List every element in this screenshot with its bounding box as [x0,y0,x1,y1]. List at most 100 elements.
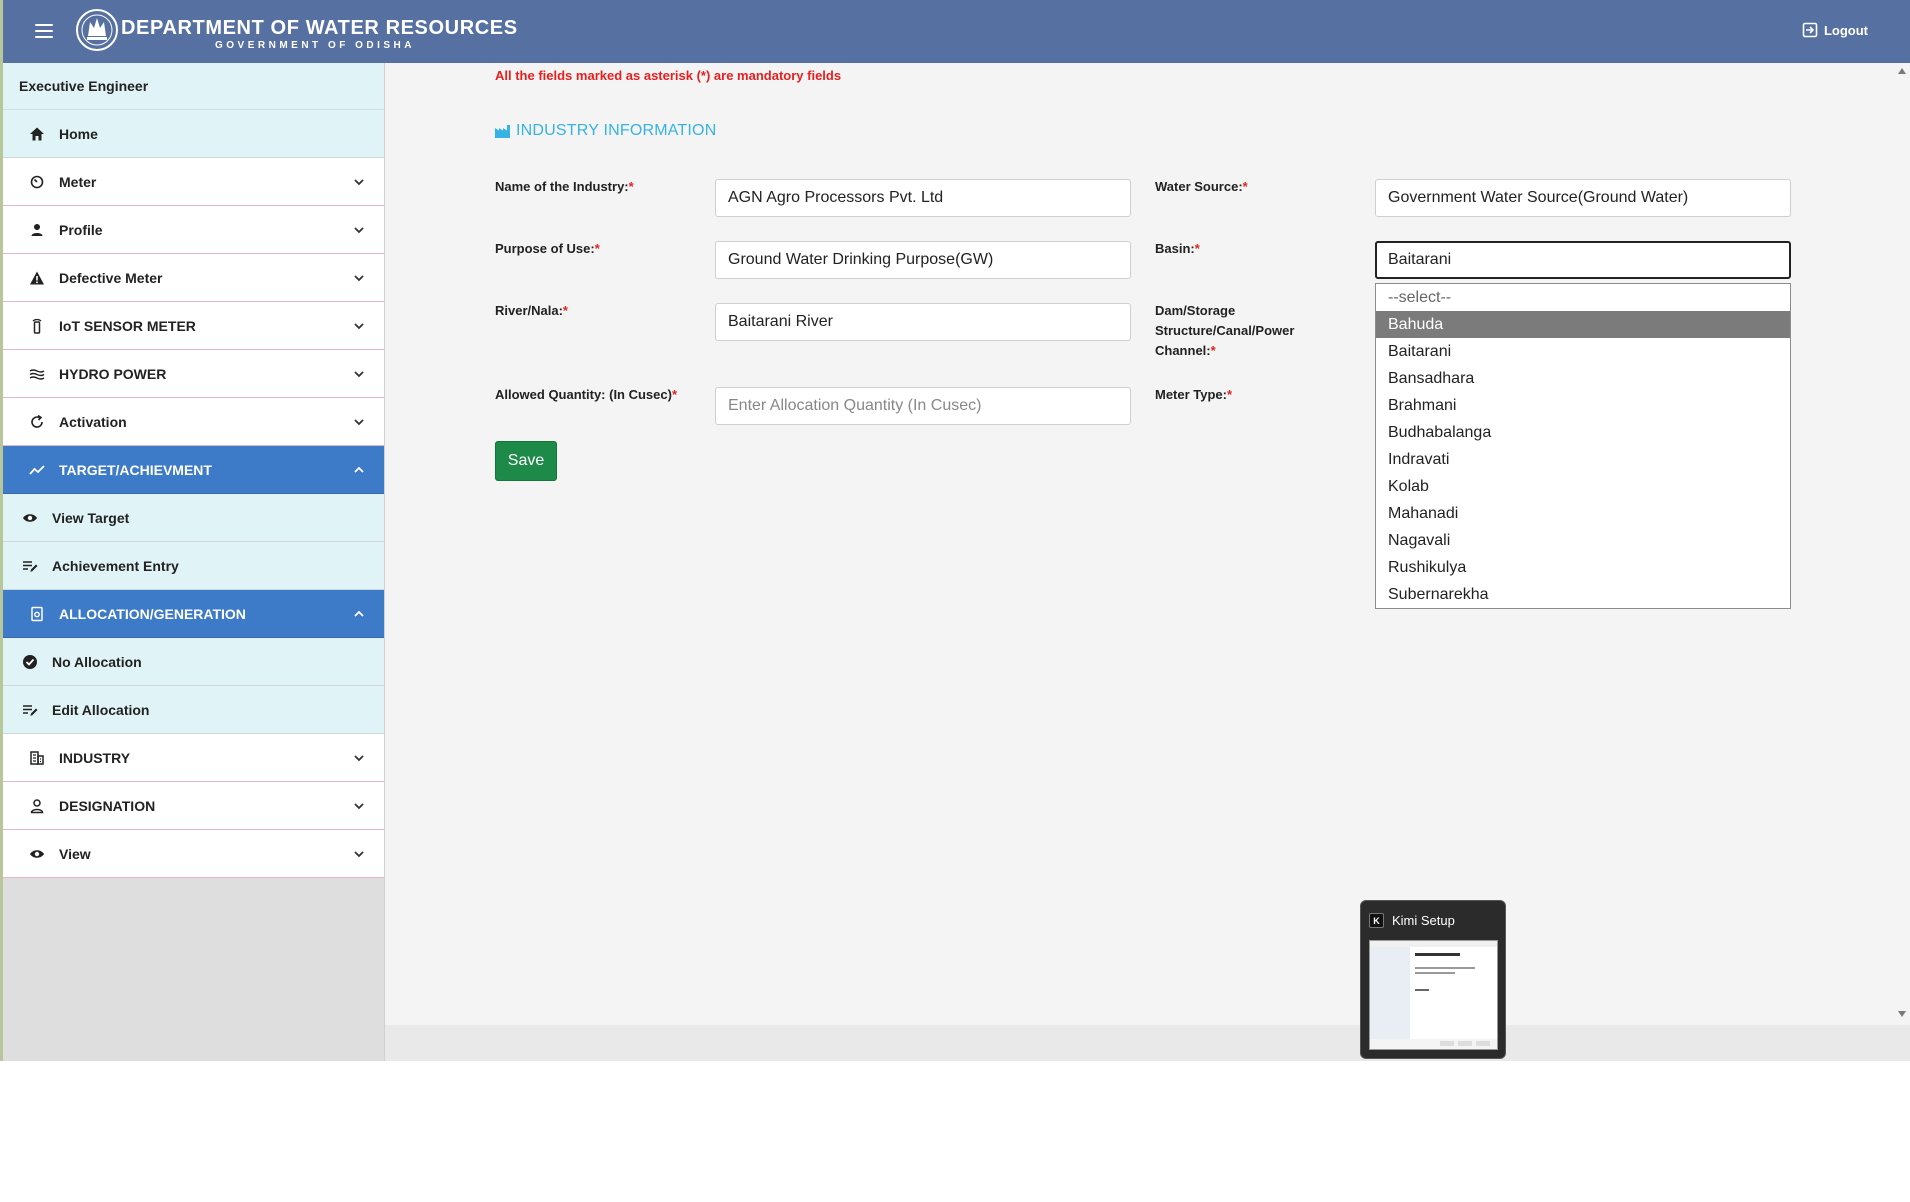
water-source-select[interactable]: Government Water Source(Ground Water) [1375,179,1791,217]
water-source-label: Water Source:* [1155,179,1248,194]
sidebar-item-defective-meter[interactable]: Defective Meter [3,254,384,302]
logout-icon [1802,22,1818,38]
sidebar: Executive Engineer Home Meter Profile De… [3,63,385,1061]
edit-list-icon [20,700,40,720]
dropdown-option[interactable]: Budhabalanga [1376,419,1790,446]
eye-icon [20,508,40,528]
sidebar-item-label: No Allocation [52,653,142,670]
taskbar-preview[interactable]: K Kimi Setup [1360,900,1506,1059]
odisha-emblem-icon [76,9,118,51]
dropdown-option[interactable]: Kolab [1376,473,1790,500]
sidebar-item-label: Achievement Entry [52,557,179,574]
sidebar-item-view[interactable]: View [3,830,384,878]
sidebar-item-profile[interactable]: Profile [3,206,384,254]
basin-dropdown-list: --select-- Bahuda Baitarani Bansadhara B… [1375,283,1791,609]
taskbar-preview-header: K Kimi Setup [1369,913,1455,928]
sidebar-item-label: Profile [59,221,103,238]
dropdown-option[interactable]: --select-- [1376,284,1790,311]
scroll-down-arrow-icon[interactable] [1898,1011,1906,1017]
mandatory-fields-note: All the fields marked as asterisk (*) ar… [495,68,842,83]
sidebar-item-label: Home [59,125,98,142]
quantity-label: Allowed Quantity: (In Cusec)* [495,387,678,402]
kimi-logo-icon: K [1369,913,1384,928]
section-title: INDUSTRY INFORMATION [495,122,716,140]
section-title-text: INDUSTRY INFORMATION [516,122,717,139]
chevron-down-icon [354,418,364,425]
chevron-down-icon [354,370,364,377]
sidebar-item-achievement-entry[interactable]: Achievement Entry [3,542,384,590]
sidebar-item-industry[interactable]: INDUSTRY [3,734,384,782]
dropdown-option[interactable]: Bahuda [1376,311,1790,338]
chevron-up-icon [354,466,364,473]
dropdown-option[interactable]: Rushikulya [1376,554,1790,581]
sidebar-item-label: View Target [52,509,130,526]
person-icon [27,220,47,240]
chevron-down-icon [354,226,364,233]
river-select[interactable]: Baitarani River [715,303,1131,341]
sidebar-item-label: ALLOCATION/GENERATION [59,605,246,622]
sidebar-item-label: Defective Meter [59,269,163,286]
industry-name-input[interactable]: AGN Agro Processors Pvt. Ltd [715,179,1131,217]
dropdown-option[interactable]: Bansadhara [1376,365,1790,392]
dropdown-option[interactable]: Brahmani [1376,392,1790,419]
sidebar-item-label: View [59,845,91,862]
refresh-icon [27,412,47,432]
edit-list-icon [20,556,40,576]
dropdown-option[interactable]: Mahanadi [1376,500,1790,527]
dropdown-option[interactable]: Nagavali [1376,527,1790,554]
sidebar-item-label: INDUSTRY [59,749,131,766]
home-icon [27,124,47,144]
chevron-down-icon [354,178,364,185]
document-icon [27,604,47,624]
app-window: DEPARTMENT OF WATER RESOURCES GOVERNMENT… [0,0,1910,1061]
dropdown-option[interactable]: Baitarani [1376,338,1790,365]
basin-label: Basin:* [1155,241,1200,256]
chevron-down-icon [354,850,364,857]
chevron-down-icon [354,322,364,329]
gauge-icon [27,172,47,192]
department-title: DEPARTMENT OF WATER RESOURCES [121,17,518,39]
sensor-icon [27,316,47,336]
sidebar-item-view-target[interactable]: View Target [3,494,384,542]
warning-icon [27,268,47,288]
quantity-input[interactable]: Enter Allocation Quantity (In Cusec) [715,387,1131,425]
basin-select[interactable]: Baitarani [1375,241,1791,279]
trend-icon [27,460,47,480]
eye-icon [27,844,47,864]
logout-label: Logout [1823,22,1868,38]
footer-strip [385,1025,1910,1061]
sidebar-item-iot-sensor-meter[interactable]: IoT SENSOR METER [3,302,384,350]
sidebar-item-allocation-generation[interactable]: ALLOCATION/GENERATION [3,590,384,638]
setup-window-thumbnail-icon [1370,941,1497,1049]
sidebar-item-meter[interactable]: Meter [3,158,384,206]
scroll-up-arrow-icon[interactable] [1898,68,1906,74]
sidebar-item-label: IoT SENSOR METER [59,317,196,334]
industry-name-label: Name of the Industry:* [495,179,634,194]
factory-icon [495,124,510,138]
sidebar-item-label: Edit Allocation [52,701,150,718]
sidebar-item-label: HYDRO POWER [59,365,167,382]
taskbar-preview-thumbnail [1369,940,1498,1050]
dropdown-option[interactable]: Indravati [1376,446,1790,473]
hamburger-menu-icon[interactable] [35,24,53,38]
chevron-down-icon [354,754,364,761]
chevron-down-icon [354,802,364,809]
save-button[interactable]: Save [495,441,557,481]
taskbar-preview-title: Kimi Setup [1392,913,1455,928]
sidebar-item-label: DESIGNATION [59,797,156,814]
dropdown-option[interactable]: Subernarekha [1376,581,1790,608]
sidebar-item-activation[interactable]: Activation [3,398,384,446]
sidebar-item-hydro-power[interactable]: HYDRO POWER [3,350,384,398]
sidebar-item-designation[interactable]: DESIGNATION [3,782,384,830]
sidebar-item-label: Activation [59,413,127,430]
chevron-down-icon [354,274,364,281]
chevron-up-icon [354,610,364,617]
purpose-select[interactable]: Ground Water Drinking Purpose(GW) [715,241,1131,279]
river-label: River/Nala:* [495,303,568,318]
sidebar-item-no-allocation[interactable]: No Allocation [3,638,384,686]
sidebar-item-edit-allocation[interactable]: Edit Allocation [3,686,384,734]
check-circle-icon [20,652,40,672]
sidebar-item-home[interactable]: Home [3,110,384,158]
logout-button[interactable]: Logout [1802,22,1868,38]
sidebar-item-target-achievment[interactable]: TARGET/ACHIEVMENT [3,446,384,494]
